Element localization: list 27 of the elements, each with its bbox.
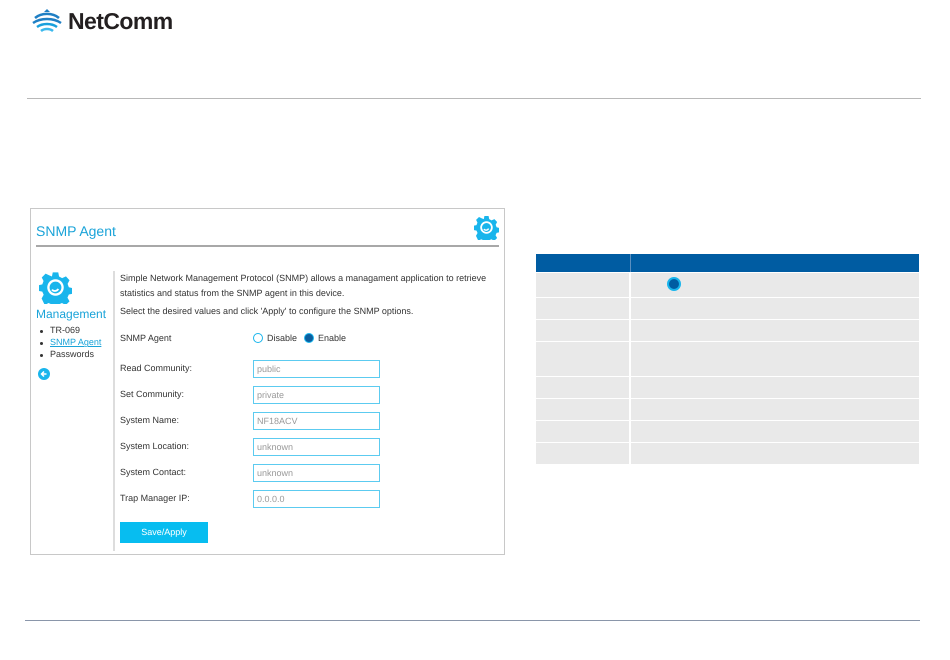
field-label: SNMP Agent [120, 332, 172, 345]
input-field[interactable]: private [253, 386, 380, 404]
sidebar-link[interactable]: Passwords [50, 348, 94, 362]
input-field[interactable]: public [253, 360, 380, 378]
field-label: Set Community: [120, 388, 186, 402]
gear-icon [474, 215, 499, 240]
back-arrow-icon[interactable] [38, 368, 50, 380]
radio-option[interactable]: Disable [253, 332, 298, 345]
input-field[interactable]: unknown [253, 464, 380, 482]
field-label: Read Community: [120, 362, 194, 376]
sidebar-link[interactable]: SNMP Agent [50, 336, 102, 350]
field-label: System Location: [120, 440, 190, 454]
input-field[interactable]: NF18ACV [253, 412, 380, 430]
logo-text: NetComm [68, 7, 173, 36]
field-label: System Contact: [120, 466, 188, 480]
sidebar-link[interactable]: TR-069 [50, 324, 80, 338]
sidebar-heading: Management [36, 306, 108, 323]
save-apply-button[interactable]: Save/Apply [120, 522, 208, 543]
input-field[interactable]: unknown [253, 438, 380, 456]
description-text: Select the desired values and click 'Apply' to configure the SNMP options. [120, 305, 414, 318]
gear-icon [39, 271, 72, 304]
input-field[interactable]: 0.0.0.0 [253, 490, 380, 508]
description-text: Simple Network Management Protocol (SNMP) allows a managament application to retrieve statistics and status from the SNMP agent in this device. [120, 272, 488, 300]
field-label: System Name: [120, 414, 180, 428]
radio-option[interactable]: Enable [304, 332, 346, 345]
field-label: Trap Manager IP: [120, 492, 191, 506]
panel-title: SNMP Agent [36, 222, 116, 241]
